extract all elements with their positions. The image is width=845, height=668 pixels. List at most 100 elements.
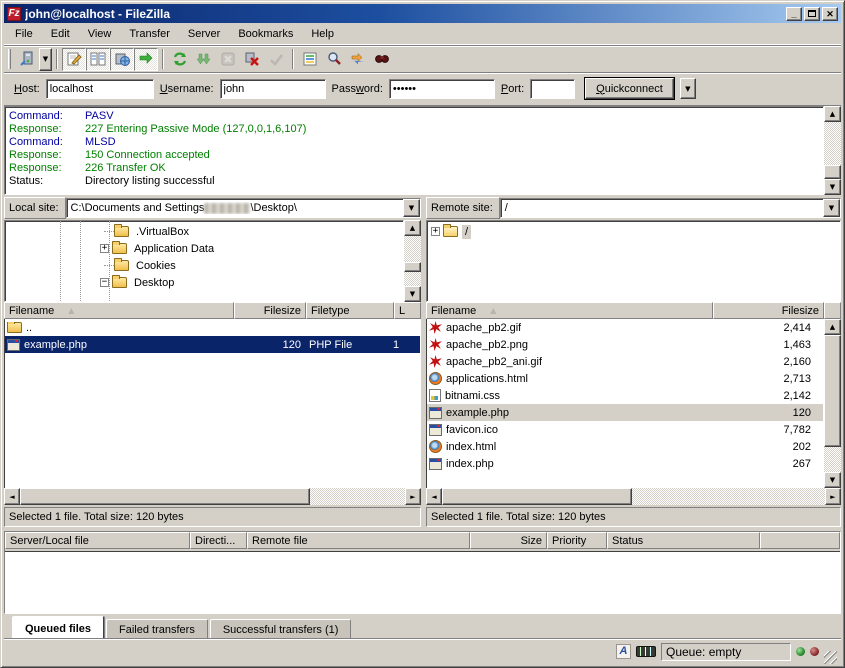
quickconnect-button[interactable]: Quickconnect [585, 78, 674, 99]
menu-file[interactable]: File [6, 25, 42, 43]
site-manager-dropdown[interactable]: ▼ [39, 48, 52, 71]
close-button[interactable]: ✕ [822, 7, 838, 21]
tree-item[interactable]: + Application Data [5, 240, 403, 257]
local-tree-scrollbar[interactable]: ▲ ▼ [404, 220, 421, 302]
local-combo-dropdown[interactable]: ▼ [403, 199, 420, 217]
scroll-up-button[interactable]: ▲ [824, 106, 841, 122]
minimize-button[interactable]: _ [786, 7, 802, 21]
file-row[interactable]: apache_pb2_ani.gif2,160 [427, 353, 823, 370]
column-filetype[interactable]: Filetype [306, 302, 394, 319]
file-row[interactable]: bitnami.css2,142 [427, 387, 823, 404]
column-status[interactable]: Status [607, 532, 760, 549]
toggle-queue-button[interactable] [134, 48, 158, 71]
scroll-thumb[interactable] [824, 165, 841, 179]
scroll-left-button[interactable]: ◄ [426, 488, 442, 505]
quickconnect-dropdown[interactable]: ▼ [680, 78, 696, 99]
username-input[interactable] [220, 79, 326, 99]
column-direction[interactable]: Directi... [190, 532, 247, 549]
refresh-button[interactable] [168, 48, 192, 71]
scroll-down-button[interactable]: ▼ [824, 472, 841, 488]
column-filesize[interactable]: Filesize [713, 302, 824, 319]
find-files-button[interactable] [370, 48, 394, 71]
scroll-right-button[interactable]: ► [405, 488, 421, 505]
column-size[interactable]: Size [470, 532, 547, 549]
disconnect-button[interactable] [240, 48, 264, 71]
remote-vscrollbar[interactable]: ▲ ▼ [824, 319, 841, 488]
tab-failed-transfers[interactable]: Failed transfers [106, 619, 208, 638]
tree-item[interactable]: Cookies [5, 257, 403, 274]
menu-view[interactable]: View [79, 25, 121, 43]
remote-tree[interactable]: + / [426, 220, 841, 302]
menu-bookmarks[interactable]: Bookmarks [229, 25, 302, 43]
resize-grip[interactable] [824, 651, 837, 664]
host-input[interactable] [46, 79, 154, 99]
scroll-up-button[interactable]: ▲ [824, 319, 841, 335]
column-server-local-file[interactable]: Server/Local file [5, 532, 190, 549]
remote-file-list[interactable]: apache_pb2.gif2,414 apache_pb2.png1,463 … [426, 319, 824, 488]
site-manager-button[interactable] [15, 48, 39, 71]
scroll-down-button[interactable]: ▼ [404, 286, 421, 302]
filter-button[interactable] [298, 48, 322, 71]
menu-help[interactable]: Help [302, 25, 343, 43]
tab-queued-files[interactable]: Queued files [12, 616, 104, 638]
scroll-left-button[interactable]: ◄ [4, 488, 20, 505]
scroll-down-button[interactable]: ▼ [824, 179, 841, 195]
scroll-thumb[interactable] [20, 488, 310, 505]
sync-browse-button[interactable] [346, 48, 370, 71]
menu-server[interactable]: Server [179, 25, 229, 43]
local-tree[interactable]: .VirtualBox + Application Data Cookies − [4, 220, 404, 302]
file-row[interactable]: index.php267 [427, 455, 823, 472]
scroll-thumb[interactable] [404, 262, 421, 272]
collapse-icon[interactable]: − [100, 278, 109, 287]
tree-item[interactable]: + / [427, 223, 840, 240]
column-filename[interactable]: Filename▲ [4, 302, 234, 319]
expand-icon[interactable]: + [100, 244, 109, 253]
remote-combo-dropdown[interactable]: ▼ [823, 199, 840, 217]
tree-item[interactable]: .VirtualBox [5, 223, 403, 240]
column-filesize[interactable]: Filesize [234, 302, 306, 319]
toggle-remote-tree-button[interactable] [110, 48, 134, 71]
maximize-button[interactable] [804, 7, 820, 21]
toolbar-grip[interactable] [8, 49, 11, 69]
menu-edit[interactable]: Edit [42, 25, 79, 43]
column-remote-file[interactable]: Remote file [247, 532, 470, 549]
remote-site-combo[interactable]: / ▼ [500, 198, 841, 218]
cancel-button[interactable] [216, 48, 240, 71]
file-row-selected[interactable]: example.php120 [427, 404, 823, 421]
tree-item[interactable]: − Desktop [5, 274, 403, 291]
scroll-up-button[interactable]: ▲ [404, 220, 421, 236]
file-row[interactable]: .. [5, 319, 420, 336]
remote-hscrollbar[interactable]: ◄ ► [426, 488, 841, 505]
tab-successful-transfers[interactable]: Successful transfers (1) [210, 619, 352, 638]
file-row[interactable]: apache_pb2.gif2,414 [427, 319, 823, 336]
password-input[interactable] [389, 79, 495, 99]
file-row[interactable]: applications.html2,713 [427, 370, 823, 387]
scroll-thumb[interactable] [442, 488, 632, 505]
column-lastmodified[interactable]: L [394, 302, 421, 319]
menu-transfer[interactable]: Transfer [120, 25, 179, 43]
reconnect-button[interactable] [264, 48, 288, 71]
file-row[interactable]: index.html202 [427, 438, 823, 455]
folder-icon [7, 322, 22, 333]
local-file-list[interactable]: .. example.php 120 PHP File 1 [4, 319, 421, 488]
queue-body[interactable] [5, 551, 840, 613]
toggle-local-tree-button[interactable] [86, 48, 110, 71]
file-row[interactable]: apache_pb2.png1,463 [427, 336, 823, 353]
column-priority[interactable]: Priority [547, 532, 607, 549]
local-site-combo[interactable]: C:\Documents and Settings\Desktop\ ▼ [66, 198, 421, 218]
speed-limits-icon[interactable] [636, 646, 656, 657]
compare-button[interactable] [322, 48, 346, 71]
local-hscrollbar[interactable]: ◄ ► [4, 488, 421, 505]
scroll-right-button[interactable]: ► [825, 488, 841, 505]
file-row[interactable]: favicon.ico7,782 [427, 421, 823, 438]
toggle-log-button[interactable] [62, 48, 86, 71]
scroll-thumb[interactable] [824, 335, 841, 447]
log-scrollbar[interactable]: ▲ ▼ [824, 106, 841, 195]
column-filename[interactable]: Filename▲ [426, 302, 713, 319]
transfer-type-indicator[interactable]: A [616, 644, 631, 659]
process-queue-button[interactable] [192, 48, 216, 71]
port-input[interactable] [530, 79, 575, 99]
file-row-selected[interactable]: example.php 120 PHP File 1 [5, 336, 420, 353]
expand-icon[interactable]: + [431, 227, 440, 236]
title-bar[interactable]: Fz john@localhost - FileZilla _ ✕ [4, 4, 841, 23]
